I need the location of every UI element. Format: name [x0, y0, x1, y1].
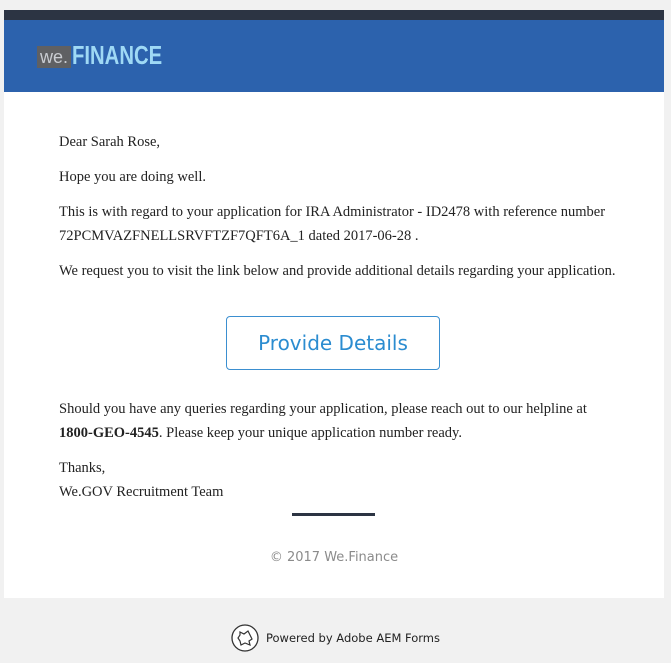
logo-we: we.: [37, 46, 72, 68]
brand-header: we. FINANCE: [4, 20, 664, 92]
queries-prefix: Should you have any queries regarding yo…: [59, 401, 587, 417]
email-card: we. FINANCE Dear Sarah Rose, Hope you ar…: [4, 10, 664, 598]
provide-details-button[interactable]: Provide Details: [226, 316, 440, 370]
adobe-aem-icon: [231, 624, 259, 652]
we-finance-logo: we. FINANCE: [37, 42, 188, 68]
powered-by-label: Powered by Adobe AEM Forms: [265, 631, 440, 645]
thanks-line: Thanks,: [59, 460, 106, 476]
powered-by-footer: Powered by Adobe AEM Forms: [0, 621, 671, 655]
signoff: Thanks, We.GOV Recruitment Team: [59, 456, 619, 504]
queries-suffix: . Please keep your unique application nu…: [158, 425, 462, 441]
helpline-number: 1800-GEO-4545: [59, 425, 159, 441]
hope-line: Hope you are doing well.: [59, 169, 206, 185]
divider: [292, 513, 375, 516]
team-signature: We.GOV Recruitment Team: [59, 484, 224, 500]
logo-finance: FINANCE: [72, 40, 163, 70]
request-line: We request you to visit the link below a…: [59, 263, 616, 279]
greeting: Dear Sarah Rose,: [59, 134, 161, 150]
queries-paragraph: Should you have any queries regarding yo…: [59, 397, 619, 445]
top-bar: [4, 10, 664, 20]
copyright: © 2017 We.Finance: [269, 550, 399, 565]
application-regard: This is with regard to your application …: [59, 204, 606, 244]
